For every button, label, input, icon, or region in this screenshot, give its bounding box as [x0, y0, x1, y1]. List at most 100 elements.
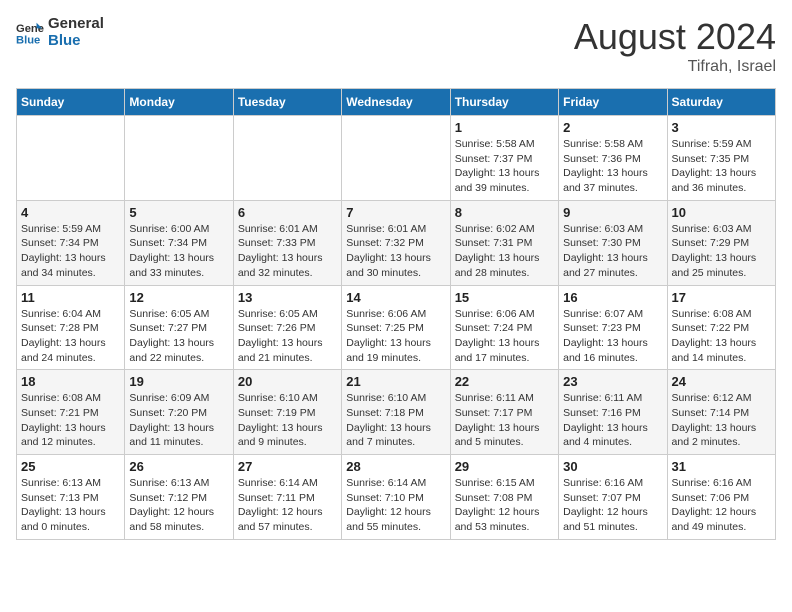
calendar-week-4: 18Sunrise: 6:08 AM Sunset: 7:21 PM Dayli… [17, 370, 776, 455]
day-number: 11 [21, 290, 120, 305]
day-info: Sunrise: 6:07 AM Sunset: 7:23 PM Dayligh… [563, 307, 662, 366]
calendar-cell [17, 116, 125, 201]
calendar-cell: 18Sunrise: 6:08 AM Sunset: 7:21 PM Dayli… [17, 370, 125, 455]
weekday-header-sunday: Sunday [17, 89, 125, 116]
weekday-header-monday: Monday [125, 89, 233, 116]
weekday-header-friday: Friday [559, 89, 667, 116]
calendar-cell [125, 116, 233, 201]
weekday-header-saturday: Saturday [667, 89, 775, 116]
day-number: 7 [346, 205, 445, 220]
weekday-header-wednesday: Wednesday [342, 89, 450, 116]
calendar-header: SundayMondayTuesdayWednesdayThursdayFrid… [17, 89, 776, 116]
calendar-cell: 25 Sunrise: 6:13 AM Sunset: 7:13 PM Dayli… [17, 455, 125, 540]
day-number: 6 [238, 205, 337, 220]
calendar-week-5: 25 Sunrise: 6:13 AM Sunset: 7:13 PM Dayli… [17, 455, 776, 540]
day-info: Sunrise: 6:16 AM Sunset: 7:06 PM Dayligh… [672, 476, 771, 535]
calendar-cell: 14 Sunrise: 6:06 AM Sunset: 7:25 PM Dayli… [342, 285, 450, 370]
day-number: 8 [455, 205, 554, 220]
calendar-cell: 28 Sunrise: 6:14 AM Sunset: 7:10 PM Dayli… [342, 455, 450, 540]
location: Tifrah, Israel [574, 58, 776, 76]
day-info: Sunrise: 6:01 AM Sunset: 7:32 PM Dayligh… [346, 222, 445, 281]
title-block: August 2024 Tifrah, Israel [574, 16, 776, 76]
day-number: 15 [455, 290, 554, 305]
day-info: Sunrise: 5:59 AM Sunset: 7:35 PM Dayligh… [672, 137, 771, 196]
day-info: Sunrise: 6:11 AM Sunset: 7:16 PM Dayligh… [563, 391, 662, 450]
day-number: 17 [672, 290, 771, 305]
day-number: 14 [346, 290, 445, 305]
day-number: 19 [129, 374, 228, 389]
day-info: Sunrise: 6:16 AM Sunset: 7:07 PM Dayligh… [563, 476, 662, 535]
day-number: 12 [129, 290, 228, 305]
calendar-cell: 26 Sunrise: 6:13 AM Sunset: 7:12 PM Dayli… [125, 455, 233, 540]
calendar-cell: 21 Sunrise: 6:10 AM Sunset: 7:18 PM Dayli… [342, 370, 450, 455]
day-info: Sunrise: 6:10 AM Sunset: 7:18 PM Dayligh… [346, 391, 445, 450]
day-info: Sunrise: 6:14 AM Sunset: 7:10 PM Dayligh… [346, 476, 445, 535]
day-info: Sunrise: 6:02 AM Sunset: 7:31 PM Dayligh… [455, 222, 554, 281]
day-number: 1 [455, 120, 554, 135]
day-info: Sunrise: 6:06 AM Sunset: 7:25 PM Dayligh… [346, 307, 445, 366]
day-info: Sunrise: 6:04 AM Sunset: 7:28 PM Dayligh… [21, 307, 120, 366]
day-info: Sunrise: 5:58 AM Sunset: 7:36 PM Dayligh… [563, 137, 662, 196]
day-info: Sunrise: 6:08 AM Sunset: 7:22 PM Dayligh… [672, 307, 771, 366]
day-info: Sunrise: 6:10 AM Sunset: 7:19 PM Dayligh… [238, 391, 337, 450]
day-info: Sunrise: 6:13 AM Sunset: 7:13 PM Dayligh… [21, 476, 120, 535]
calendar-cell [342, 116, 450, 201]
day-info: Sunrise: 6:12 AM Sunset: 7:14 PM Dayligh… [672, 391, 771, 450]
svg-text:General: General [16, 23, 44, 35]
calendar-cell: 6 Sunrise: 6:01 AM Sunset: 7:33 PM Daylig… [233, 200, 341, 285]
calendar-cell: 11 Sunrise: 6:04 AM Sunset: 7:28 PM Dayli… [17, 285, 125, 370]
day-number: 28 [346, 459, 445, 474]
day-info: Sunrise: 6:05 AM Sunset: 7:26 PM Dayligh… [238, 307, 337, 366]
day-number: 27 [238, 459, 337, 474]
day-info: Sunrise: 6:14 AM Sunset: 7:11 PM Dayligh… [238, 476, 337, 535]
calendar-cell: 15 Sunrise: 6:06 AM Sunset: 7:24 PM Dayli… [450, 285, 558, 370]
page-header: General Blue General Blue August 2024 Ti… [16, 16, 776, 76]
day-info: Sunrise: 6:03 AM Sunset: 7:29 PM Dayligh… [672, 222, 771, 281]
calendar-cell: 8 Sunrise: 6:02 AM Sunset: 7:31 PM Daylig… [450, 200, 558, 285]
day-number: 20 [238, 374, 337, 389]
day-number: 25 [21, 459, 120, 474]
day-number: 13 [238, 290, 337, 305]
day-info: Sunrise: 6:03 AM Sunset: 7:30 PM Dayligh… [563, 222, 662, 281]
calendar-table: SundayMondayTuesdayWednesdayThursdayFrid… [16, 88, 776, 540]
calendar-cell: 7 Sunrise: 6:01 AM Sunset: 7:32 PM Daylig… [342, 200, 450, 285]
day-info: Sunrise: 6:11 AM Sunset: 7:17 PM Dayligh… [455, 391, 554, 450]
day-info: Sunrise: 5:58 AM Sunset: 7:37 PM Dayligh… [455, 137, 554, 196]
calendar-cell: 30 Sunrise: 6:16 AM Sunset: 7:07 PM Dayli… [559, 455, 667, 540]
day-number: 23 [563, 374, 662, 389]
day-info: Sunrise: 6:06 AM Sunset: 7:24 PM Dayligh… [455, 307, 554, 366]
calendar-cell: 10 Sunrise: 6:03 AM Sunset: 7:29 PM Dayli… [667, 200, 775, 285]
month-year: August 2024 [574, 16, 776, 58]
day-number: 18 [21, 374, 120, 389]
calendar-cell: 13 Sunrise: 6:05 AM Sunset: 7:26 PM Dayli… [233, 285, 341, 370]
day-number: 4 [21, 205, 120, 220]
day-number: 10 [672, 205, 771, 220]
calendar-cell: 5Sunrise: 6:00 AM Sunset: 7:34 PM Daylig… [125, 200, 233, 285]
day-number: 3 [672, 120, 771, 135]
calendar-cell: 19Sunrise: 6:09 AM Sunset: 7:20 PM Dayli… [125, 370, 233, 455]
day-info: Sunrise: 6:15 AM Sunset: 7:08 PM Dayligh… [455, 476, 554, 535]
calendar-week-3: 11 Sunrise: 6:04 AM Sunset: 7:28 PM Dayli… [17, 285, 776, 370]
calendar-cell: 24Sunrise: 6:12 AM Sunset: 7:14 PM Dayli… [667, 370, 775, 455]
calendar-cell: 3 Sunrise: 5:59 AM Sunset: 7:35 PM Daylig… [667, 116, 775, 201]
calendar-cell: 29Sunrise: 6:15 AM Sunset: 7:08 PM Dayli… [450, 455, 558, 540]
calendar-cell: 17 Sunrise: 6:08 AM Sunset: 7:22 PM Dayli… [667, 285, 775, 370]
calendar-cell: 27 Sunrise: 6:14 AM Sunset: 7:11 PM Dayli… [233, 455, 341, 540]
day-info: Sunrise: 6:05 AM Sunset: 7:27 PM Dayligh… [129, 307, 228, 366]
day-number: 26 [129, 459, 228, 474]
day-number: 22 [455, 374, 554, 389]
calendar-cell: 9 Sunrise: 6:03 AM Sunset: 7:30 PM Daylig… [559, 200, 667, 285]
day-info: Sunrise: 5:59 AM Sunset: 7:34 PM Dayligh… [21, 222, 120, 281]
logo-icon: General Blue [16, 19, 44, 47]
day-number: 2 [563, 120, 662, 135]
logo: General Blue General Blue [16, 16, 104, 49]
calendar-cell: 1 Sunrise: 5:58 AM Sunset: 7:37 PM Daylig… [450, 116, 558, 201]
calendar-cell: 22 Sunrise: 6:11 AM Sunset: 7:17 PM Dayli… [450, 370, 558, 455]
day-info: Sunrise: 6:13 AM Sunset: 7:12 PM Dayligh… [129, 476, 228, 535]
day-info: Sunrise: 6:01 AM Sunset: 7:33 PM Dayligh… [238, 222, 337, 281]
day-number: 31 [672, 459, 771, 474]
day-number: 21 [346, 374, 445, 389]
day-number: 9 [563, 205, 662, 220]
day-number: 30 [563, 459, 662, 474]
calendar-cell: 12 Sunrise: 6:05 AM Sunset: 7:27 PM Dayli… [125, 285, 233, 370]
